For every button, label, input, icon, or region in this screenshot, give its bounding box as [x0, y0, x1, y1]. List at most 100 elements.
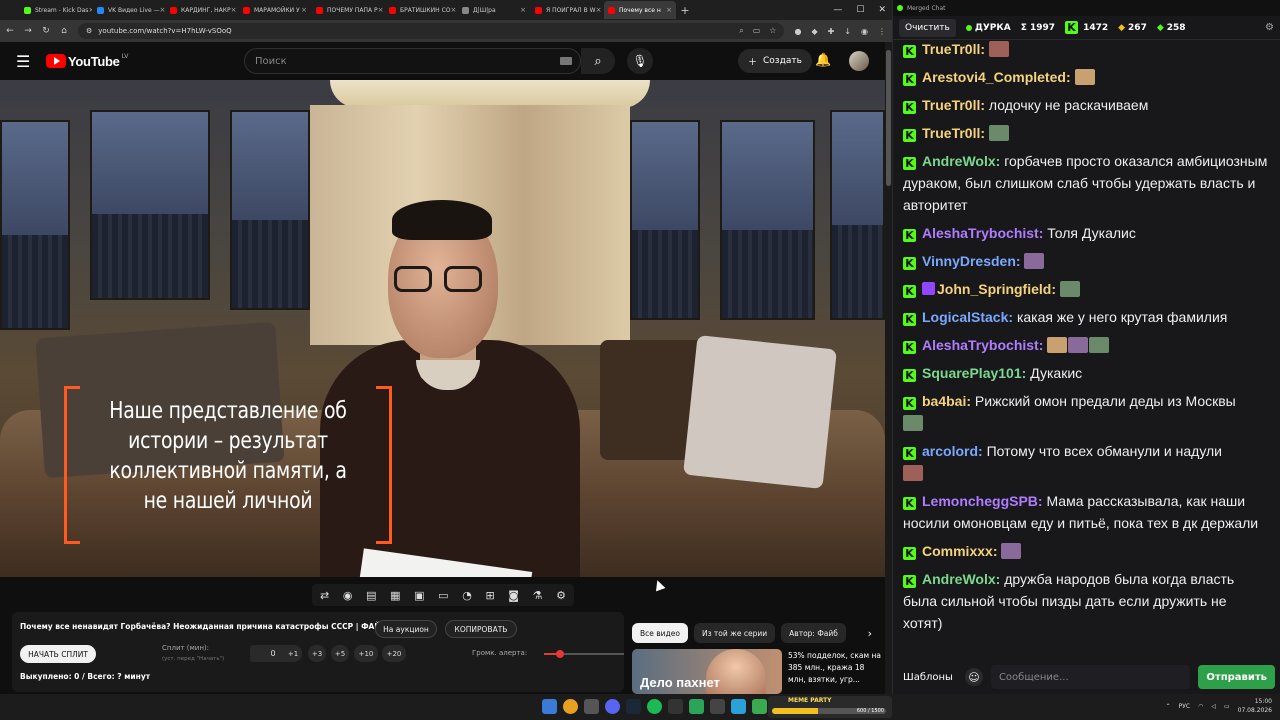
add-minutes-button[interactable]: +5	[331, 645, 349, 662]
chat-username[interactable]: AleshaTrybochist	[922, 225, 1039, 241]
battery-icon[interactable]: ▭	[1224, 703, 1230, 710]
loop-icon[interactable]: ⇄	[320, 589, 329, 602]
wifi-icon[interactable]: ◠	[1198, 703, 1203, 710]
speaker-icon[interactable]: ◁	[1211, 703, 1216, 710]
auction-button[interactable]: На аукцион	[375, 620, 437, 638]
chat-username[interactable]: TrueTr0ll	[922, 97, 980, 113]
mic-icon[interactable]: 🎙	[627, 48, 653, 74]
chat-username[interactable]: VinnyDresden	[922, 253, 1016, 269]
emoji-icon[interactable]: ☺	[964, 668, 983, 686]
alert-volume-slider[interactable]	[544, 650, 624, 658]
bookmark-star-icon[interactable]: ☆	[769, 26, 776, 36]
browser-tab[interactable]: Почему все н ×	[604, 1, 676, 19]
video-player[interactable]: Наше представление об истории – результа…	[0, 80, 885, 577]
clapper-icon[interactable]: ▦	[390, 589, 400, 602]
chat-username[interactable]: arcolord	[922, 443, 978, 459]
close-tab-icon[interactable]: ×	[378, 6, 384, 14]
clear-button[interactable]: Очистить	[899, 18, 956, 37]
clock[interactable]: 15:00 07.08.2026	[1238, 697, 1272, 715]
add-minutes-button[interactable]: +10	[354, 645, 378, 662]
close-tab-icon[interactable]: ×	[520, 6, 526, 14]
app-icon[interactable]	[668, 699, 683, 714]
flask-icon[interactable]: ⚗	[533, 589, 543, 602]
chevron-right-icon[interactable]: ›	[868, 627, 872, 640]
chevron-up-icon[interactable]: ⌃	[1166, 703, 1171, 710]
copy-button[interactable]: КОПИРОВАТЬ	[445, 620, 517, 638]
close-icon[interactable]: ✕	[878, 5, 886, 15]
browser-tab[interactable]: БРАТИШКИН СО ×	[385, 1, 457, 19]
close-tab-icon[interactable]: ×	[666, 6, 672, 14]
search-input[interactable]: Поиск	[244, 48, 581, 74]
add-minutes-button[interactable]: +3	[308, 645, 326, 662]
steam-icon[interactable]	[626, 699, 641, 714]
browser-tab[interactable]: ПОЧЕМУ ПАПА Р ×	[312, 1, 384, 19]
related-video-title[interactable]: 53% подделок, скам на 385 млн., кража 18…	[788, 650, 882, 686]
close-tab-icon[interactable]: ×	[88, 6, 92, 14]
home-icon[interactable]: ⌂	[60, 26, 68, 36]
camera-icon[interactable]: ◙	[508, 589, 519, 602]
templates-button[interactable]: Шаблоны	[899, 672, 957, 683]
extension-icon[interactable]: ◆	[811, 27, 817, 36]
pip-icon[interactable]: ▣	[414, 589, 424, 602]
chat-username[interactable]: John_Springfield	[937, 281, 1051, 297]
chat-username[interactable]: Commixxx	[922, 543, 993, 559]
search-button[interactable]: ⌕	[581, 48, 615, 74]
add-minutes-button[interactable]: +1	[284, 645, 302, 662]
add-minutes-button[interactable]: +20	[382, 645, 406, 662]
chat-username[interactable]: LemoncheggSPB	[922, 493, 1038, 509]
theater-icon[interactable]: ▭	[438, 589, 448, 602]
chrome-icon[interactable]	[563, 699, 578, 714]
profile-icon[interactable]: ◉	[861, 27, 868, 36]
chip-same-series[interactable]: Из той же серии	[693, 623, 776, 643]
reload-icon[interactable]: ↻	[42, 26, 50, 36]
browser-tab[interactable]: КАРДИНГ, НАКР ×	[166, 1, 238, 19]
speed-icon[interactable]: ◔	[462, 589, 472, 602]
chat-username[interactable]: LogicalStack	[922, 309, 1008, 325]
chat-username[interactable]: AndreWolx	[922, 571, 996, 587]
site-info-icon[interactable]: ⚙	[86, 27, 92, 35]
message-input[interactable]: Сообщение...	[990, 665, 1191, 689]
gear-icon[interactable]: ⚙	[556, 589, 566, 602]
zoom-icon[interactable]: ⌕	[739, 26, 743, 36]
forward-icon[interactable]: →	[24, 26, 32, 36]
minimize-icon[interactable]: —	[833, 5, 842, 15]
address-bar[interactable]: ⚙ youtube.com/watch?v=H7hLW-vSOoQ ⌕ ▭ ☆	[78, 23, 785, 39]
avatar[interactable]	[849, 51, 869, 71]
send-button[interactable]: Отправить	[1198, 665, 1275, 689]
discord-icon[interactable]	[605, 699, 620, 714]
back-icon[interactable]: ←	[6, 26, 14, 36]
close-tab-icon[interactable]: ×	[160, 6, 165, 14]
extension-icon[interactable]: ●	[794, 27, 801, 36]
spotify-icon[interactable]	[647, 699, 662, 714]
browser-tab[interactable]: МАРАМОЙКИ У ×	[239, 1, 311, 19]
explorer-icon[interactable]	[584, 699, 599, 714]
app-icon[interactable]	[752, 699, 767, 714]
lang-indicator[interactable]: РУС	[1179, 703, 1190, 710]
download-icon[interactable]: ↓	[844, 27, 851, 36]
chat-username[interactable]: ba4bai	[922, 393, 966, 409]
chat-username[interactable]: Arestovi4_Completed	[922, 69, 1066, 85]
browser-tab[interactable]: Д|Ш|ра ×	[458, 1, 530, 19]
close-tab-icon[interactable]: ×	[451, 6, 457, 14]
browser-tab[interactable]: Stream - Kick Das ×	[20, 1, 92, 19]
add-icon[interactable]: ⊞	[485, 589, 494, 602]
maximize-icon[interactable]: ☐	[856, 5, 864, 15]
related-video-thumbnail[interactable]: Дело пахнет	[632, 649, 782, 694]
slider-knob[interactable]	[556, 650, 564, 658]
app-icon[interactable]	[689, 699, 704, 714]
page-scrollbar[interactable]	[885, 42, 892, 694]
close-tab-icon[interactable]: ×	[596, 6, 602, 14]
new-tab-button[interactable]: +	[677, 4, 693, 17]
chip-all-videos[interactable]: Все видео	[632, 623, 688, 643]
chat-username[interactable]: TrueTr0ll	[922, 125, 980, 141]
cinema-icon[interactable]: ▤	[366, 589, 376, 602]
bell-icon[interactable]: 🔔	[815, 53, 831, 68]
chat-username[interactable]: TrueTr0ll	[922, 41, 980, 57]
chip-author[interactable]: Автор: Файб	[781, 623, 846, 643]
chat-username[interactable]: AndreWolx	[922, 153, 996, 169]
menu-icon[interactable]: ⋮	[878, 27, 886, 36]
close-tab-icon[interactable]: ×	[231, 6, 237, 14]
obs-icon[interactable]	[710, 699, 725, 714]
browser-tab[interactable]: VK Видео Live — ×	[93, 1, 165, 19]
chat-username[interactable]: SquarePlay101	[922, 365, 1022, 381]
